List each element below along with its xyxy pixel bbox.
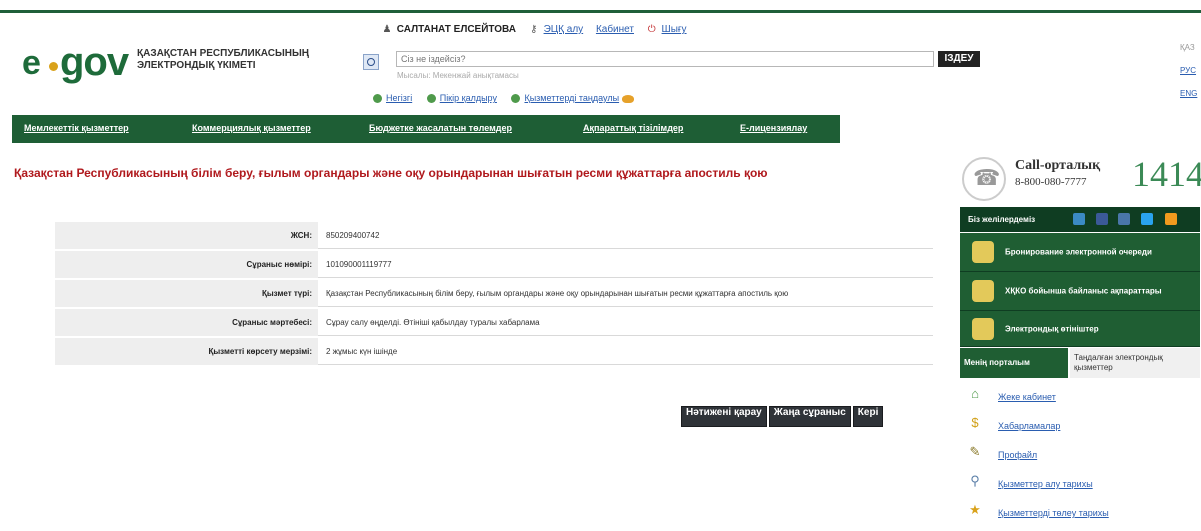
- call-center-banner: Call-орталық 8-800-080-7777 1414: [960, 154, 1201, 205]
- home-dot-icon: [373, 94, 382, 104]
- green-item-label: ХҚКО бойынша байланыс ақпараттары: [1005, 286, 1162, 296]
- social-friends-icon[interactable]: [1073, 213, 1085, 225]
- people-icon: [972, 241, 994, 263]
- page-title: Қазақстан Республикасының білім беру, ғы…: [14, 166, 768, 180]
- new-request-button[interactable]: Жаңа сұраныс: [768, 406, 851, 427]
- feedback-dot-icon: [426, 94, 436, 104]
- detail-row-service-type: Қызмет түрі: Қазақстан Республикасының б…: [55, 280, 933, 309]
- call-center-phone: 8-800-080-7777: [1015, 176, 1087, 188]
- tab-favorite-services[interactable]: Таңдалған электрондық қызметтер: [1070, 348, 1200, 378]
- lang-kaz: ҚАЗ: [1180, 43, 1195, 52]
- bird-icon: [621, 94, 634, 103]
- request-details: ЖСН: 850209400742 Сұраныс нөмірі: 101090…: [55, 222, 933, 367]
- nav-budget-payments[interactable]: Бюджетке жасалатын төлемдер: [369, 123, 512, 133]
- detail-label: Сұраныс мәртебесі:: [55, 309, 318, 336]
- call-center-title: Call-орталық: [1015, 158, 1101, 173]
- rss-icon[interactable]: [1165, 213, 1177, 225]
- detail-value: Сұрау салу өңделді. Өтініші қабылдау тур…: [318, 309, 933, 336]
- nav-commercial-services[interactable]: Коммерциялық қызметтер: [192, 123, 311, 133]
- menu-link[interactable]: Хабарламалар: [998, 421, 1060, 431]
- menu-item-service-history: ⚲ Қызметтер алу тарихы: [962, 471, 1197, 500]
- vk-icon[interactable]: [1118, 213, 1130, 225]
- back-button[interactable]: Кері: [852, 406, 884, 427]
- search-icon: [363, 54, 379, 70]
- eds-link[interactable]: ЭЦҚ алу: [544, 24, 584, 35]
- favorites-dot-icon: [511, 94, 521, 104]
- detail-value: 850209400742: [318, 222, 933, 249]
- e-applications-link[interactable]: Электрондық өтініштер: [960, 311, 1200, 347]
- main-nav: Мемлекеттік қызметтер Коммерциялық қызме…: [12, 115, 840, 143]
- home-icon: ⌂: [971, 386, 979, 401]
- detail-value: 2 жұмыс күн ішінде: [318, 338, 933, 365]
- menu-link[interactable]: Жеке кабинет: [998, 392, 1056, 402]
- quick-links: Негізгі Пікір қалдыру Қызметтерді таңдау…: [373, 93, 646, 104]
- menu-link[interactable]: Профайл: [998, 450, 1037, 460]
- user-name: САЛТАНАТ ЕЛСЕЙТОВА: [396, 24, 516, 35]
- search-hint: Мысалы: Мекенжай анықтамасы: [397, 71, 519, 80]
- tab-my-portal[interactable]: Менің порталым: [960, 348, 1068, 378]
- key-icon: ⚷: [530, 24, 538, 35]
- portal-tabs: Менің порталым Таңдалған электрондық қыз…: [960, 348, 1200, 378]
- detail-label: Сұраныс нөмірі:: [55, 251, 318, 278]
- detail-value: Қазақстан Республикасының білім беру, ғы…: [318, 280, 933, 307]
- menu-link[interactable]: Қызметтерді төлеу тарихы: [998, 508, 1109, 518]
- lang-rus[interactable]: РУС: [1180, 59, 1197, 82]
- menu-item-payment-history: ★ Қызметтерді төлеу тарихы: [962, 500, 1197, 529]
- logo-dot-icon: [49, 62, 58, 71]
- detail-row-request-number: Сұраныс нөмірі: 101090001119777: [55, 251, 933, 280]
- language-switcher: ҚАЗ РУС ENG: [1180, 36, 1197, 105]
- nav-gov-services[interactable]: Мемлекеттік қызметтер: [24, 123, 129, 133]
- menu-item-messages: $ Хабарламалар: [962, 413, 1197, 442]
- detail-label: ЖСН:: [55, 222, 318, 249]
- logo-caption: ҚАЗАҚСТАН РЕСПУБЛИКАСЫНЫҢ ЭЛЕКТРОНДЫҚ ҮК…: [137, 48, 310, 71]
- call-center-short-number: 1414: [1132, 154, 1201, 194]
- menu-link[interactable]: Қызметтер алу тарихы: [998, 479, 1093, 489]
- social-bar: Біз желілердеміз: [960, 207, 1200, 232]
- top-border: [0, 10, 1201, 13]
- detail-label: Қызмет түрі:: [55, 280, 318, 307]
- detail-row-status: Сұраныс мәртебесі: Сұрау салу өңделді. Ө…: [55, 309, 933, 338]
- nav-e-licensing[interactable]: Е-лицензиялау: [740, 123, 807, 133]
- facebook-icon[interactable]: [1096, 213, 1108, 225]
- detail-row-iin: ЖСН: 850209400742: [55, 222, 933, 251]
- menu-item-profile: ✎ Профайл: [962, 442, 1197, 471]
- search-button[interactable]: ІЗДЕУ: [938, 51, 980, 67]
- view-result-button[interactable]: Нәтижені қарау: [681, 406, 767, 427]
- action-buttons: Нәтижені қарау Жаңа сұраныс Кері: [681, 402, 885, 427]
- lang-eng[interactable]: ENG: [1180, 82, 1197, 105]
- detail-row-deadline: Қызметті көрсету мерзімі: 2 жұмыс күн іш…: [55, 338, 933, 367]
- history-icon: ⚲: [970, 473, 980, 488]
- user-icon: ♟: [382, 24, 392, 35]
- twitter-icon[interactable]: [1141, 213, 1153, 225]
- logo-e: e: [22, 44, 41, 82]
- portal-menu: ⌂ Жеке кабинет $ Хабарламалар ✎ Профайл …: [962, 384, 1197, 529]
- messages-icon: $: [971, 415, 979, 430]
- social-label: Біз желілердеміз: [968, 215, 1036, 224]
- logout-link[interactable]: Шығу: [662, 24, 687, 35]
- phone-icon: [962, 157, 1006, 201]
- detail-value: 101090001119777: [318, 251, 933, 278]
- payments-icon: ★: [969, 502, 981, 517]
- cabinet-link[interactable]: Кабинет: [596, 24, 634, 35]
- quick-link-favorites[interactable]: Қызметтерді таңдаулы: [524, 93, 619, 103]
- egov-logo[interactable]: e gov: [22, 40, 132, 84]
- search-input[interactable]: [396, 51, 934, 67]
- logout-icon: ⏻: [647, 24, 656, 35]
- logo-gov: gov: [60, 40, 129, 84]
- quick-link-feedback[interactable]: Пікір қалдыру: [440, 93, 497, 103]
- booking-queue-link[interactable]: Бронирование электронной очереди: [960, 233, 1200, 272]
- applications-icon: [972, 317, 994, 340]
- contacts-icon: [972, 280, 994, 302]
- nav-registers[interactable]: Ақпараттық тізілімдер: [583, 123, 683, 133]
- green-item-label: Электрондық өтініштер: [1005, 324, 1099, 333]
- pso-contacts-link[interactable]: ХҚКО бойынша байланыс ақпараттары: [960, 272, 1200, 311]
- menu-item-cabinet: ⌂ Жеке кабинет: [962, 384, 1197, 413]
- green-item-label: Бронирование электронной очереди: [1005, 247, 1152, 257]
- quick-link-main[interactable]: Негізгі: [386, 93, 412, 103]
- profile-icon: ✎: [969, 444, 981, 459]
- user-bar: ♟ САЛТАНАТ ЕЛСЕЙТОВА ⚷ ЭЦҚ алу Кабинет ⏻…: [382, 24, 697, 35]
- detail-label: Қызметті көрсету мерзімі:: [55, 338, 318, 365]
